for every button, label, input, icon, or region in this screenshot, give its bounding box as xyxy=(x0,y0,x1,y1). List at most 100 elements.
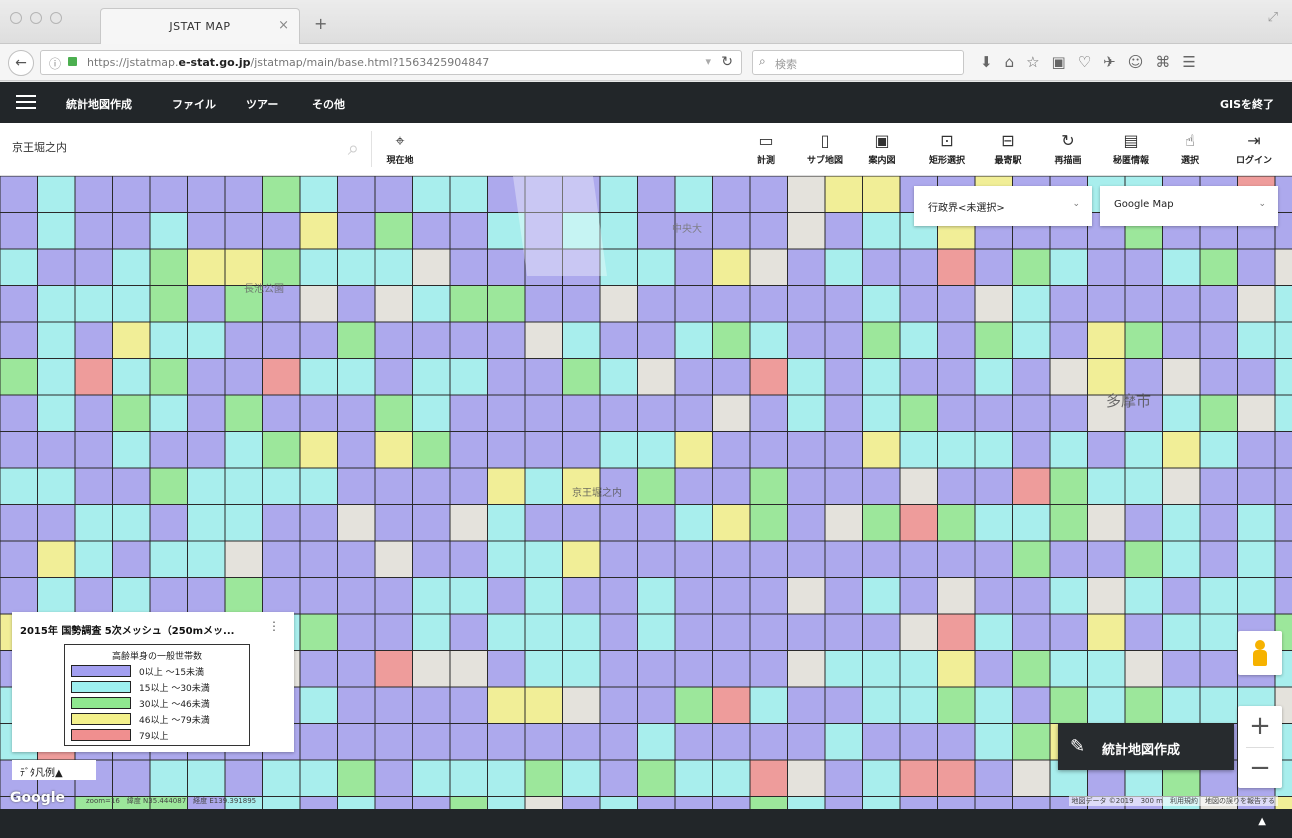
basemap-select[interactable]: Google Map ⌄ xyxy=(1100,186,1278,226)
mesh-cell[interactable] xyxy=(524,686,563,724)
mesh-cell[interactable] xyxy=(749,212,788,250)
mesh-cell[interactable] xyxy=(299,176,338,213)
mesh-cell[interactable] xyxy=(337,504,376,542)
mesh-cell[interactable] xyxy=(637,467,676,505)
mesh-cell[interactable] xyxy=(974,759,1013,797)
mesh-cell[interactable] xyxy=(562,759,601,797)
mesh-cell[interactable] xyxy=(1012,723,1051,761)
map-canvas[interactable]: 長池公園 多摩市 京王堀之内 中央大 行政界<未選択> ⌄ Google Map… xyxy=(0,176,1292,809)
mesh-cell[interactable] xyxy=(712,686,751,724)
mesh-cell[interactable] xyxy=(974,285,1013,323)
mesh-cell[interactable] xyxy=(0,176,38,213)
mesh-cell[interactable] xyxy=(862,431,901,469)
mesh-cell[interactable] xyxy=(299,321,338,359)
mesh-cell[interactable] xyxy=(1012,577,1051,615)
mesh-cell[interactable] xyxy=(149,759,188,797)
mesh-cell[interactable] xyxy=(224,467,263,505)
mesh-cell[interactable] xyxy=(374,212,413,250)
mesh-cell[interactable] xyxy=(74,504,113,542)
mesh-cell[interactable] xyxy=(1049,248,1088,286)
mesh-cell[interactable] xyxy=(749,759,788,797)
mesh-cell[interactable] xyxy=(337,431,376,469)
mesh-cell[interactable] xyxy=(1237,431,1276,469)
mesh-cell[interactable] xyxy=(187,577,226,615)
mesh-cell[interactable] xyxy=(1237,504,1276,542)
mesh-cell[interactable] xyxy=(712,248,751,286)
mesh-cell[interactable] xyxy=(787,394,826,432)
mesh-cell[interactable] xyxy=(1162,686,1201,724)
mesh-cell[interactable] xyxy=(1124,248,1163,286)
mesh-cell[interactable] xyxy=(337,358,376,396)
mesh-cell[interactable] xyxy=(937,285,976,323)
mesh-cell[interactable] xyxy=(149,285,188,323)
mesh-cell[interactable] xyxy=(1199,650,1238,688)
mesh-cell[interactable] xyxy=(112,176,151,213)
mesh-cell[interactable] xyxy=(862,723,901,761)
mesh-cell[interactable] xyxy=(787,759,826,797)
mesh-cell[interactable] xyxy=(1162,394,1201,432)
mesh-cell[interactable] xyxy=(1199,394,1238,432)
mesh-cell[interactable] xyxy=(974,540,1013,578)
mesh-cell[interactable] xyxy=(824,248,863,286)
mesh-cell[interactable] xyxy=(299,358,338,396)
mesh-cell[interactable] xyxy=(1012,467,1051,505)
mesh-cell[interactable] xyxy=(149,431,188,469)
mesh-cell[interactable] xyxy=(0,212,38,250)
mesh-cell[interactable] xyxy=(374,686,413,724)
mesh-cell[interactable] xyxy=(262,394,301,432)
mesh-cell[interactable] xyxy=(524,321,563,359)
mesh-cell[interactable] xyxy=(637,504,676,542)
mesh-cell[interactable] xyxy=(637,431,676,469)
mesh-cell[interactable] xyxy=(712,504,751,542)
mesh-cell[interactable] xyxy=(524,540,563,578)
mesh-cell[interactable] xyxy=(562,285,601,323)
mesh-cell[interactable] xyxy=(0,358,38,396)
measure-button[interactable]: ▭ 計測 xyxy=(752,131,780,166)
mesh-cell[interactable] xyxy=(899,248,938,286)
mesh-cell[interactable] xyxy=(374,723,413,761)
mesh-cell[interactable] xyxy=(749,467,788,505)
mesh-cell[interactable] xyxy=(937,358,976,396)
mesh-cell[interactable] xyxy=(937,321,976,359)
mesh-cell[interactable] xyxy=(674,686,713,724)
mesh-cell[interactable] xyxy=(0,540,38,578)
mesh-cell[interactable] xyxy=(487,248,526,286)
mesh-cell[interactable] xyxy=(1049,394,1088,432)
mesh-cell[interactable] xyxy=(487,759,526,797)
mesh-cell[interactable] xyxy=(637,540,676,578)
mesh-cell[interactable] xyxy=(637,212,676,250)
mesh-cell[interactable] xyxy=(37,394,76,432)
mesh-cell[interactable] xyxy=(412,650,451,688)
mesh-cell[interactable] xyxy=(749,321,788,359)
mesh-cell[interactable] xyxy=(1199,686,1238,724)
mesh-cell[interactable] xyxy=(712,321,751,359)
mesh-cell[interactable] xyxy=(1162,358,1201,396)
mesh-cell[interactable] xyxy=(299,759,338,797)
mesh-cell[interactable] xyxy=(974,467,1013,505)
mesh-cell[interactable] xyxy=(337,650,376,688)
mesh-cell[interactable] xyxy=(674,796,713,810)
mesh-cell[interactable] xyxy=(412,285,451,323)
mesh-cell[interactable] xyxy=(224,504,263,542)
mesh-cell[interactable] xyxy=(449,650,488,688)
mesh-cell[interactable] xyxy=(449,248,488,286)
mesh-cell[interactable] xyxy=(637,176,676,213)
mesh-cell[interactable] xyxy=(262,577,301,615)
mesh-cell[interactable] xyxy=(599,431,638,469)
mesh-cell[interactable] xyxy=(112,394,151,432)
more-options-icon[interactable]: ⋮ xyxy=(268,619,280,633)
mesh-cell[interactable] xyxy=(899,321,938,359)
mesh-cell[interactable] xyxy=(599,504,638,542)
mesh-cell[interactable] xyxy=(337,540,376,578)
mesh-cell[interactable] xyxy=(1087,613,1126,651)
mesh-cell[interactable] xyxy=(1049,504,1088,542)
mesh-cell[interactable] xyxy=(562,394,601,432)
mesh-cell[interactable] xyxy=(674,467,713,505)
mesh-cell[interactable] xyxy=(412,796,451,810)
mesh-cell[interactable] xyxy=(374,613,413,651)
mesh-cell[interactable] xyxy=(187,504,226,542)
mesh-cell[interactable] xyxy=(1199,431,1238,469)
mesh-cell[interactable] xyxy=(1012,613,1051,651)
mesh-cell[interactable] xyxy=(824,650,863,688)
mesh-cell[interactable] xyxy=(412,394,451,432)
